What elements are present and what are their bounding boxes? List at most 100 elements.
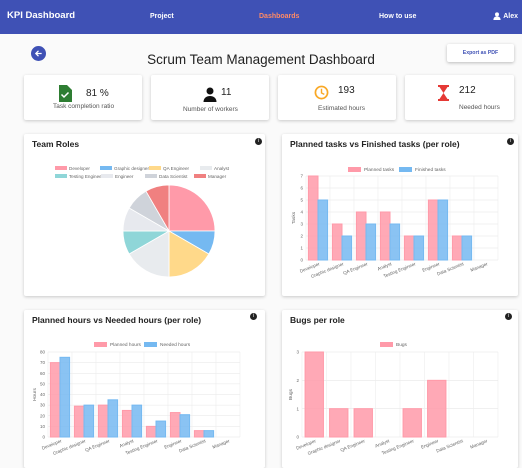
team-roles-panel: Team Roles i Developer Graphic designer QA… [24,134,265,296]
bar-planned-tasks-data-scientist [451,235,463,261]
y-tick-label: 10 [40,424,46,429]
y-tick-label: 5 [300,198,303,203]
bar-bugs-qa-engineer [353,408,373,438]
x-tick-label-analyst: Analyst [374,438,391,449]
y-tick-label: 7 [300,174,303,179]
kpi-label: Number of workers [183,106,238,113]
y-axis-label: Bugs [288,388,294,400]
bar-needed-hours-graphic-designer [83,404,95,438]
legend-swatch-planned-hours [94,342,107,347]
person-icon [203,87,217,102]
y-tick-label: 1 [296,406,299,411]
bar-planned-hours-graphic-designer [73,405,85,438]
bar-finished-tasks-engineer [437,199,449,261]
bar-planned-hours-testing-engineer [145,425,157,438]
y-axis-label: Hours [32,388,38,401]
legend-label-finished-tasks: Finished tasks [415,167,446,173]
x-tick-label-manager: Manager [212,438,231,450]
bar-planned-tasks-testing-engineer [403,235,415,261]
legend-swatch-data-scientist [145,174,157,178]
bar-bugs-graphic-designer [329,408,349,438]
legend-swatch-manager [194,174,206,178]
team-roles-pie-chart: Developer Graphic designer QA Engineer Anal… [55,166,230,278]
legend-swatch-engineer [101,174,113,178]
bar-needed-hours-testing-engineer [155,420,167,438]
kpi-label: Needed hours [459,104,500,111]
clock-icon [314,85,329,100]
tasks-panel: Planned tasks vs Finished tasks (per rol… [282,134,518,296]
hours-bar-chart: Planned hours Needed hours 0 10 20 30 40 50 60 70… [32,342,241,456]
bar-finished-tasks-testing-engineer [413,235,425,261]
bar-bugs-testing-engineer [402,408,422,438]
y-tick-label: 1 [300,246,303,251]
x-tick-label-qa-engineer: QA Engineer [340,438,366,453]
kpi-value: 81 % [86,88,109,99]
bar-needed-hours-analyst [131,404,143,438]
y-tick-label: 80 [40,350,46,355]
legend-label-testing-engineer: Testing Engineer [69,174,104,179]
bar-planned-hours-analyst [121,409,133,438]
kpi-card-workers: 11 Number of workers [151,75,269,120]
legend-swatch-finished-tasks [399,167,412,172]
bar-bugs-engineer [427,379,447,438]
kpi-value: 11 [221,87,232,98]
kpi-label: Estimated hours [318,105,365,112]
pie-slice-developer [168,184,216,232]
y-tick-label: 2 [300,234,303,239]
y-tick-label: 3 [300,222,303,227]
page-title: Scrum Team Management Dashboard [147,52,375,67]
hours-panel: Planned hours vs Needed hours (per role)… [24,310,265,468]
y-tick-label: 0 [296,435,299,440]
brand-title[interactable]: KPI Dashboard [7,10,75,21]
check-document-icon [59,85,72,102]
bar-planned-tasks-analyst [379,211,391,261]
y-tick-label: 60 [40,371,46,376]
nav-item-dashboards[interactable]: Dashboards [259,13,299,20]
y-tick-label: 6 [300,186,303,191]
y-tick-label: 70 [40,360,46,365]
nav-item-how-to-use[interactable]: How to use [379,13,416,20]
tasks-bar-chart: Planned tasks Finished tasks 0 1 2 3 4 5 6 7 Tasks… [291,167,499,279]
bar-planned-hours-data-scientist [193,430,205,438]
y-tick-label: 0 [300,258,303,263]
kpi-value: 212 [459,85,476,96]
legend-label-planned-hours: Planned hours [110,342,142,348]
kpi-card-estimated-hours: 193 Estimated hours [278,75,396,120]
x-tick-label-manager: Manager [469,438,488,450]
legend-label-data-scientist: Data Scientist [159,174,188,179]
x-tick-label-qa-engineer: QA Engineer [84,438,110,453]
bar-bugs-developer [304,351,324,438]
bar-finished-tasks-developer [317,199,329,261]
bar-planned-tasks-qa-engineer [355,211,367,261]
bar-planned-tasks-developer [307,175,319,261]
y-tick-label: 4 [300,210,303,215]
y-tick-label: 50 [40,381,46,386]
bugs-bar-chart: Bugs0123BugsDeveloperGraphic designerQA … [288,342,499,456]
legend-label-engineer: Engineer [115,174,134,179]
kpi-card-needed-hours: 212 Needed hours [405,75,514,120]
legend-swatch-qa-engineer [149,166,161,170]
kpi-value: 193 [338,85,355,96]
legend-label-planned-tasks: Planned tasks [364,167,395,173]
top-nav: KPI Dashboard Project Dashboards How to … [0,0,522,34]
legend-swatch-bugs [380,342,393,347]
user-name: Alex [503,12,518,20]
bar-planned-hours-qa-engineer [97,404,109,438]
x-tick-label-qa-engineer: QA Engineer [342,261,368,276]
x-tick-label-manager: Manager [470,261,489,273]
y-tick-label: 0 [42,435,45,440]
user-menu[interactable]: Alex [493,12,518,20]
bar-finished-tasks-graphic-designer [341,235,353,261]
legend-label-graphic-designer: Graphic designer [114,166,149,171]
legend-swatch-analyst [200,166,212,170]
y-axis-label: Tasks [291,211,297,224]
y-tick-label: 30 [40,403,46,408]
bar-finished-tasks-analyst [389,223,401,261]
nav-item-project[interactable]: Project [150,13,174,20]
export-pdf-button[interactable]: Export as PDF [447,44,514,62]
kpi-label: Task completion ratio [53,103,115,110]
hourglass-icon [438,85,449,101]
legend-label-qa-engineer: QA Engineer [163,166,190,171]
legend-swatch-developer [55,166,67,170]
y-tick-label: 3 [296,350,299,355]
